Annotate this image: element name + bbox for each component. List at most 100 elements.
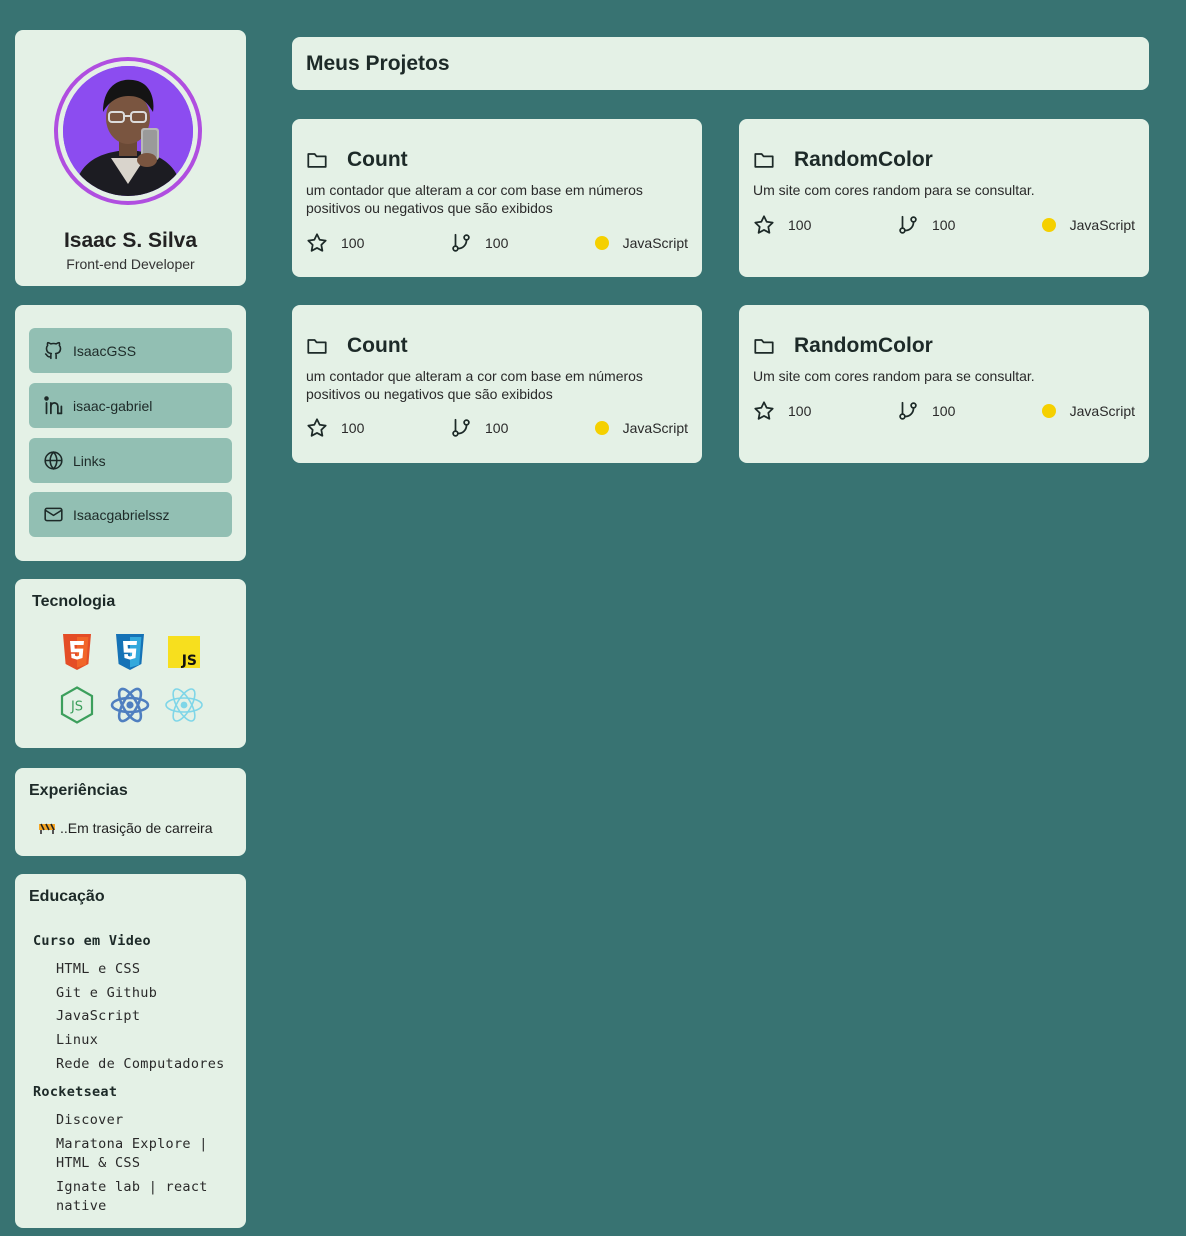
avatar-photo-icon	[63, 66, 193, 196]
education-group-title: Rocketseat	[33, 1084, 118, 1100]
experience-card: Experiências ..Em trasição de carreira	[15, 768, 246, 856]
repo-language: JavaScript	[594, 231, 688, 255]
education-item: Ignate lab | react native	[56, 1179, 208, 1214]
mail-icon	[44, 507, 63, 522]
repo-card[interactable]: Count um contador que alteram a cor com …	[292, 119, 702, 277]
profile-role: Front-end Developer	[66, 256, 195, 272]
star-icon	[754, 215, 774, 234]
repo-description: um contador que alteram a cor com base e…	[306, 368, 643, 402]
repo-fork-count: 100	[932, 217, 956, 233]
page-title: Meus Projetos	[306, 52, 450, 75]
language-dot-icon	[1041, 404, 1056, 418]
repo-card[interactable]: RandomColor Um site com cores random par…	[739, 305, 1149, 463]
folder-icon	[307, 339, 327, 354]
repo-forks: 100	[450, 416, 508, 440]
repo-name: RandomColor	[794, 334, 933, 357]
github-icon	[44, 341, 62, 360]
repo-title: RandomColor	[753, 148, 933, 172]
repo-stars: 100	[306, 416, 364, 440]
javascript-icon: JS	[164, 632, 204, 672]
avatar-ring	[54, 57, 202, 205]
star-icon	[307, 418, 327, 437]
repo-language-label: JavaScript	[622, 235, 688, 251]
folder-icon	[754, 339, 774, 354]
repo-fork-count: 100	[485, 420, 509, 436]
language-dot-icon	[594, 421, 609, 435]
repo-fork-count: 100	[485, 235, 509, 251]
repo-language-label: JavaScript	[1069, 403, 1135, 419]
repo-stats: 100 100 JavaScript	[753, 399, 1135, 423]
education-item: Maratona Explore | HTML & CSS	[56, 1136, 208, 1171]
repo-name: Count	[347, 334, 408, 357]
education-item: HTML e CSS	[56, 961, 141, 977]
react-native-icon	[164, 685, 204, 725]
avatar	[63, 66, 193, 196]
folder-icon	[307, 153, 327, 168]
language-dot-icon	[594, 236, 609, 250]
education-item: Rede de Computadores	[56, 1056, 225, 1072]
repo-language-label: JavaScript	[1069, 217, 1135, 233]
nodejs-icon: JS	[57, 685, 97, 725]
css3-icon	[110, 632, 150, 672]
technology-card: Tecnologia JS JS	[15, 579, 246, 748]
github-link[interactable]: IsaacGSS	[29, 328, 232, 373]
star-icon	[307, 233, 327, 252]
experience-title: Experiências	[29, 782, 128, 799]
education-item: Linux	[56, 1032, 99, 1048]
repo-stats: 100 100 JavaScript	[306, 231, 688, 255]
repo-star-count: 100	[341, 235, 365, 251]
education-card: Educação Curso em Video HTML e CSS Git e…	[15, 874, 246, 1228]
html5-icon	[57, 632, 97, 672]
github-link-label: IsaacGSS	[73, 342, 137, 359]
social-links-card: IsaacGSS isaac-gabriel Links Isaacgabrie…	[15, 305, 246, 561]
repo-title: RandomColor	[753, 334, 933, 358]
star-icon	[754, 401, 774, 420]
education-item: Discover	[56, 1112, 124, 1128]
construction-barrier-icon	[39, 823, 55, 834]
repo-star-count: 100	[788, 403, 812, 419]
git-branch-icon	[452, 418, 470, 437]
linkedin-icon	[44, 396, 63, 415]
profile-name: Isaac S. Silva	[63, 229, 198, 252]
education-group-title: Curso em Video	[33, 933, 151, 949]
email-link[interactable]: Isaacgabrielssz	[29, 492, 232, 537]
education-item: JavaScript	[56, 1008, 141, 1024]
repo-fork-count: 100	[932, 403, 956, 419]
repo-name: Count	[347, 148, 408, 171]
links-link[interactable]: Links	[29, 438, 232, 483]
repo-language: JavaScript	[1041, 213, 1135, 237]
repo-language: JavaScript	[1041, 399, 1135, 423]
technology-title: Tecnologia	[32, 593, 116, 610]
svg-text:JS: JS	[70, 700, 83, 715]
repo-description: Um site com cores random para se consult…	[753, 368, 1035, 384]
git-branch-icon	[899, 215, 917, 234]
email-link-label: Isaacgabrielssz	[73, 506, 170, 523]
experience-text: ..Em trasição de carreira	[60, 820, 213, 836]
links-link-label: Links	[73, 452, 106, 469]
repo-forks: 100	[897, 213, 955, 237]
svg-text:JS: JS	[181, 653, 197, 669]
react-icon	[110, 685, 150, 725]
git-branch-icon	[899, 401, 917, 420]
language-dot-icon	[1041, 218, 1056, 232]
repo-description: Um site com cores random para se consult…	[753, 182, 1035, 198]
globe-icon	[44, 451, 63, 470]
repo-forks: 100	[450, 231, 508, 255]
repo-stars: 100	[753, 399, 811, 423]
repo-star-count: 100	[788, 217, 812, 233]
repo-stars: 100	[753, 213, 811, 237]
linkedin-link-label: isaac-gabriel	[73, 397, 153, 414]
repo-stats: 100 100 JavaScript	[306, 416, 688, 440]
git-branch-icon	[452, 233, 470, 252]
repo-title: Count	[306, 334, 408, 358]
repo-forks: 100	[897, 399, 955, 423]
linkedin-link[interactable]: isaac-gabriel	[29, 383, 232, 428]
repo-language-label: JavaScript	[622, 420, 688, 436]
repo-card[interactable]: RandomColor Um site com cores random par…	[739, 119, 1149, 277]
repo-language: JavaScript	[594, 416, 688, 440]
experience-item: ..Em trasição de carreira	[38, 820, 213, 836]
repo-description: um contador que alteram a cor com base e…	[306, 182, 643, 216]
repo-card[interactable]: Count um contador que alteram a cor com …	[292, 305, 702, 463]
repo-stars: 100	[306, 231, 364, 255]
repo-star-count: 100	[341, 420, 365, 436]
